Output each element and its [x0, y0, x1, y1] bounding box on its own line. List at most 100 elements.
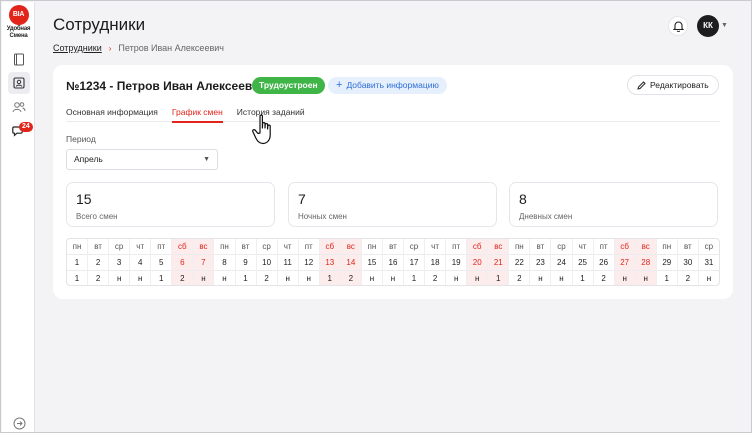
logo-line-1: Удобная	[6, 26, 31, 32]
day-date: 4	[130, 255, 151, 271]
schedule-day-column: сб 6 2	[172, 239, 194, 285]
day-shift: 1	[327, 274, 332, 283]
schedule-day-column: сб 27 н	[614, 239, 636, 285]
stat-total-shifts: 15 Всего смен	[66, 182, 275, 227]
day-of-week: сб	[467, 239, 488, 255]
day-shift: н	[116, 274, 122, 283]
period-select[interactable]: Апрель ▼	[66, 149, 218, 170]
sidebar-item-employees[interactable]	[8, 72, 30, 94]
stat-label: Дневных смен	[519, 212, 573, 221]
day-of-week: пт	[593, 239, 614, 255]
edit-button[interactable]: Редактировать	[627, 75, 719, 95]
schedule-day-column: вс 21 1	[488, 239, 510, 285]
breadcrumb-separator-icon: ›	[108, 43, 112, 53]
day-of-week: пн	[361, 239, 382, 255]
day-date: 9	[235, 255, 256, 271]
schedule-day-column: вс 28 н	[635, 239, 657, 285]
chat-count-badge: 24	[19, 122, 33, 132]
add-info-button[interactable]: + Добавить информацию	[328, 77, 447, 94]
day-date: 25	[572, 255, 593, 271]
day-date: 31	[698, 255, 719, 271]
sidebar: BIA Удобная Смена 24	[2, 2, 35, 432]
stat-label: Всего смен	[76, 212, 118, 221]
schedule-day-column: чт 4 н	[130, 239, 152, 285]
sidebar-item-book[interactable]	[8, 48, 30, 70]
day-date: 14	[340, 255, 361, 271]
schedule-day-column: вт 2 2	[88, 239, 110, 285]
day-date: 28	[635, 255, 656, 271]
logo[interactable]: BIA Удобная Смена	[2, 5, 35, 40]
users-icon	[12, 102, 26, 113]
day-shift: н	[538, 274, 543, 283]
day-shift: 2	[517, 274, 522, 283]
tab-main-info[interactable]: Основная информация	[66, 103, 158, 122]
chevron-down-icon[interactable]: ▼	[721, 22, 728, 29]
schedule-day-column: чт 25 1	[572, 239, 594, 285]
day-of-week: пт	[151, 239, 172, 255]
pencil-icon	[637, 80, 646, 90]
sidebar-item-users[interactable]	[8, 96, 30, 118]
schedule-day-column: пт 19 н	[446, 239, 468, 285]
day-date: 22	[509, 255, 530, 271]
day-date: 16	[382, 255, 403, 271]
logo-mark: BIA	[8, 5, 29, 25]
day-date: 27	[614, 255, 635, 271]
schedule-day-column: пн 15 н	[361, 239, 383, 285]
hand-cursor-icon	[252, 114, 271, 145]
day-shift: н	[706, 274, 712, 283]
notifications-button[interactable]	[668, 16, 688, 36]
day-date: 1	[67, 255, 88, 271]
day-shift: 2	[685, 274, 691, 283]
day-date: 30	[677, 255, 698, 271]
stat-day-shifts: 8 Дневных смен	[509, 182, 718, 227]
day-of-week: пт	[446, 239, 467, 255]
day-date: 24	[551, 255, 572, 271]
schedule-day-column: пн 1 1	[67, 239, 89, 285]
day-of-week: вт	[382, 239, 403, 255]
day-shift: н	[559, 274, 564, 283]
schedule-day-column: ср 24 н	[551, 239, 573, 285]
breadcrumb-link-employees[interactable]: Сотрудники	[53, 43, 102, 53]
sidebar-collapse-button[interactable]	[8, 412, 30, 432]
day-shift: н	[475, 274, 480, 283]
id-card-icon	[13, 77, 25, 89]
day-shift: н	[306, 274, 311, 283]
schedule-day-column: пт 5 1	[151, 239, 173, 285]
day-of-week: ср	[256, 239, 277, 255]
day-date: 29	[656, 255, 677, 271]
day-shift: 2	[432, 274, 438, 283]
day-of-week: чт	[572, 239, 593, 255]
day-of-week: вс	[635, 239, 656, 255]
day-date: 8	[214, 255, 235, 271]
day-date: 17	[404, 255, 425, 271]
schedule-day-column: вс 14 2	[340, 239, 362, 285]
day-date: 19	[446, 255, 467, 271]
logo-text: Удобная Смена	[2, 26, 35, 40]
day-shift: н	[643, 274, 648, 283]
schedule-day-column: вт 23 н	[530, 239, 552, 285]
schedule-day-column: пн 8 н	[214, 239, 236, 285]
day-date: 10	[256, 255, 277, 271]
arrow-right-circle-icon	[13, 417, 25, 429]
schedule-day-column: чт 11 н	[277, 239, 299, 285]
day-of-week: вс	[488, 239, 509, 255]
stat-value: 8	[519, 191, 527, 207]
avatar[interactable]: КК	[697, 15, 719, 37]
tab-shift-schedule[interactable]: График смен	[171, 103, 223, 123]
chevron-down-icon: ▼	[203, 156, 210, 163]
day-date: 23	[530, 255, 551, 271]
schedule-day-column: ср 17 1	[404, 239, 426, 285]
day-shift: 2	[601, 274, 606, 283]
period-label: Период	[66, 134, 96, 144]
day-date: 7	[193, 255, 214, 271]
day-date: 3	[109, 255, 130, 271]
day-of-week: пн	[509, 239, 530, 255]
stat-value: 7	[298, 191, 306, 207]
day-shift: н	[138, 274, 143, 283]
page-title: Сотрудники	[53, 15, 146, 34]
day-of-week: вс	[193, 239, 214, 255]
day-shift: 1	[243, 274, 248, 283]
stat-night-shifts: 7 Ночных смен	[288, 182, 497, 227]
day-shift: 2	[95, 274, 101, 283]
day-shift: 1	[496, 274, 501, 283]
